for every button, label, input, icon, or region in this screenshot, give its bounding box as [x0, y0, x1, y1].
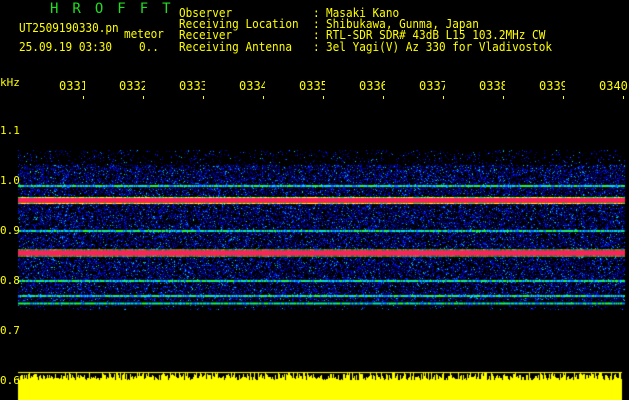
time-tick: 0332 — [119, 80, 145, 92]
y-tick: 0.9 — [0, 224, 20, 237]
time-tick: 0334 — [239, 80, 265, 92]
y-tick: 0.6 — [0, 374, 20, 387]
time-tick: 0333 — [179, 80, 205, 92]
time-tick-mark — [83, 96, 84, 99]
time-tick-mark — [263, 96, 264, 99]
spectrogram — [0, 0, 629, 400]
time-tick: 0337 — [419, 80, 445, 92]
time-tick: 0331 — [59, 80, 85, 92]
y-tick: 1.0 — [0, 174, 20, 187]
time-tick-mark — [203, 96, 204, 99]
time-tick-mark — [383, 96, 384, 99]
count: 0.. — [139, 40, 159, 54]
y-tick: 0.7 — [0, 324, 20, 337]
y-tick: 0.8 — [0, 274, 20, 287]
time-tick-mark — [623, 96, 624, 99]
time-tick: 0335 — [299, 80, 325, 92]
app-title: HROFFT — [50, 1, 185, 17]
antenna-label: Receiving Antenna — [179, 40, 293, 54]
mode-label: meteor — [124, 27, 164, 41]
antenna-value: 3el Yagi(V) Az 330 for Vladivostok — [326, 40, 552, 54]
time-tick: 0338 — [479, 80, 505, 92]
filename: UT2509190330.pn — [19, 21, 119, 35]
time-tick: 0339 — [539, 80, 565, 92]
time-tick-mark — [563, 96, 564, 99]
time-tick-mark — [143, 96, 144, 99]
time-tick-mark — [323, 96, 324, 99]
time-tick: 0336 — [359, 80, 385, 92]
time-tick-mark — [503, 96, 504, 99]
time-tick: 0340 — [599, 80, 628, 92]
y-tick: 1.1 — [0, 124, 20, 137]
time-tick-mark — [443, 96, 444, 99]
y-unit: kHz — [0, 76, 20, 89]
datetime: 25.09.19 03:30 — [19, 40, 113, 54]
